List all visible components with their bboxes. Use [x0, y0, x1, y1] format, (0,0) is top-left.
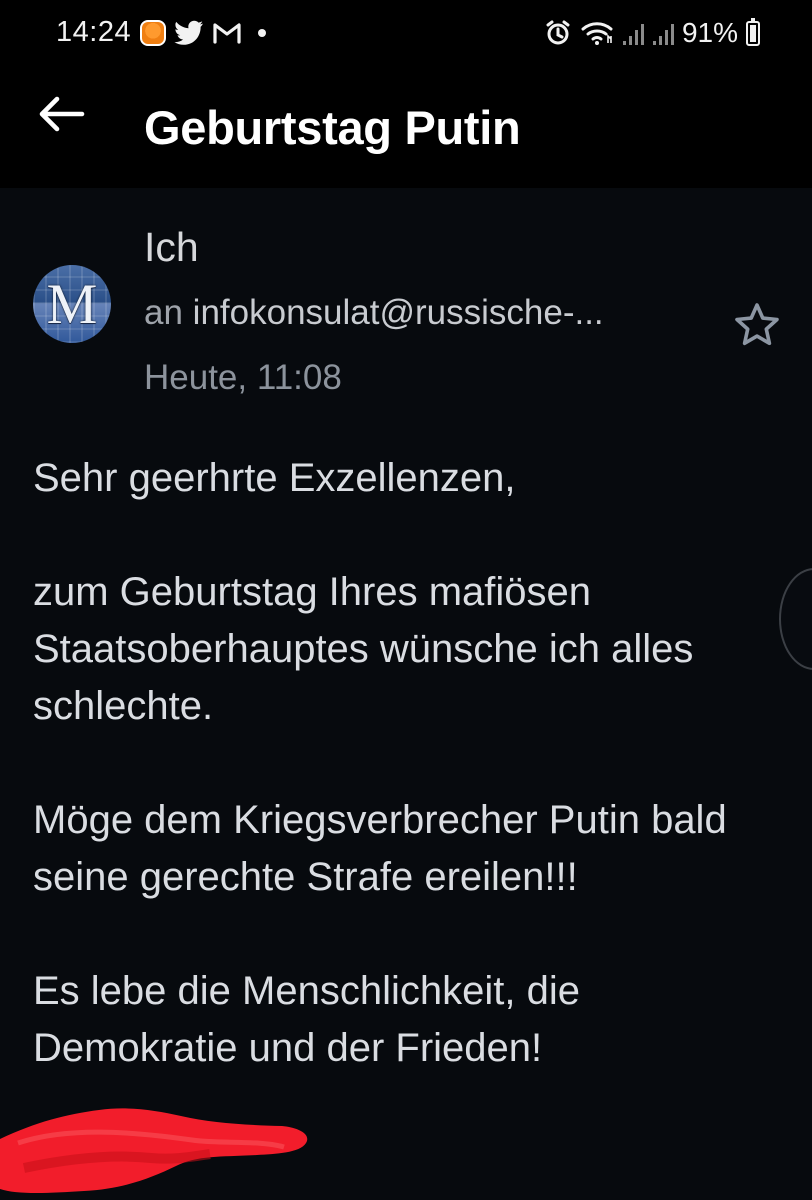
notification-dot [258, 29, 266, 37]
scroll-handle[interactable] [779, 568, 812, 670]
signal-icon [622, 23, 644, 45]
body-paragraph-punishment: Möge dem Kriegsverbrecher Putin bald sei… [33, 798, 727, 899]
status-bar: 14:24 91% [0, 0, 812, 70]
body-paragraph-birthday: zum Geburtstag Ihres mafiösen Staatsober… [33, 570, 694, 728]
status-right-icons: 91% [544, 17, 760, 49]
recipient-prefix: an [144, 293, 183, 332]
sender-name: Ich [144, 224, 199, 270]
body-paragraph-closing: Es lebe die Menschlichkeit, die Demokrat… [33, 969, 580, 1070]
message-timestamp: Heute, 11:08 [144, 358, 342, 397]
wifi-icon [581, 22, 613, 45]
arrow-back-icon[interactable] [34, 87, 88, 141]
star-outline-icon[interactable] [730, 299, 784, 353]
battery-icon [746, 17, 760, 46]
app-bar: Geburtstag Putin [0, 70, 812, 188]
gmail-icon [213, 23, 241, 44]
status-time: 14:24 [56, 16, 132, 48]
page-title: Geburtstag Putin [144, 101, 521, 154]
avatar-letter: M [46, 273, 98, 336]
recipient-row[interactable]: an infokonsulat@russische-... [144, 293, 604, 333]
recipient-address[interactable]: infokonsulat@russische-... [193, 293, 604, 332]
twitter-icon [174, 20, 203, 45]
status-left-icons [140, 20, 266, 46]
body-paragraph-greeting: Sehr geerhrte Exzellenzen, [33, 456, 516, 500]
battery-percentage: 91% [681, 17, 738, 48]
mail-body: Sehr geerhrte Exzellenzen, zum Geburtsta… [33, 450, 778, 1134]
orange-app-icon [140, 20, 166, 46]
avatar[interactable]: M [33, 265, 111, 343]
signal-icon [652, 23, 674, 45]
alarm-icon [546, 20, 570, 45]
redacted-signature [0, 1108, 308, 1193]
